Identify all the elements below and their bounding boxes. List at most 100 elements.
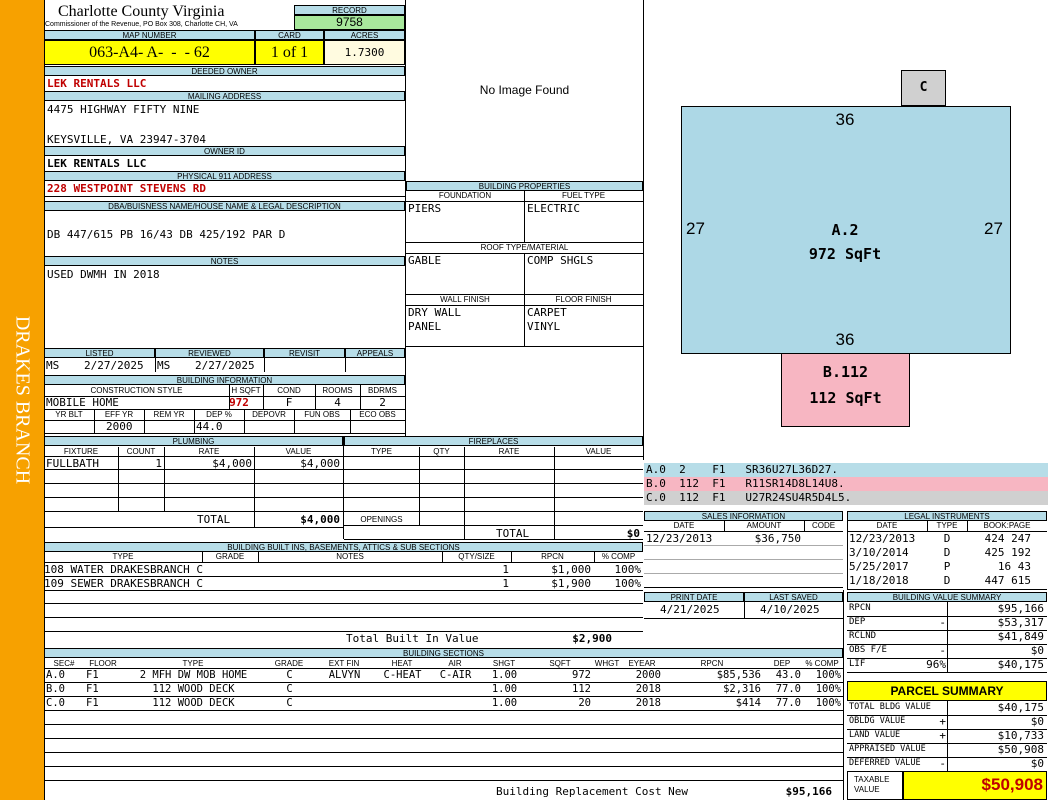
- funobs-label: FUN OBS: [304, 410, 340, 419]
- county-name: Charlotte County Virginia: [58, 3, 225, 20]
- building-info-header: BUILDING INFORMATION: [44, 375, 405, 385]
- legal-book: 425 192: [984, 546, 1031, 559]
- section-col-header: SHGT: [492, 659, 516, 668]
- section-col-header: HEAT: [391, 659, 413, 668]
- section-col-header: FLOOR: [89, 659, 117, 668]
- taxable-label-box: TAXABLE VALUE: [847, 771, 903, 800]
- dep-label: DEP %: [206, 410, 232, 419]
- summary-value: $40,175: [997, 658, 1044, 671]
- appeals-header: APPEALS: [345, 348, 405, 358]
- remyr-label: REM YR: [153, 410, 185, 419]
- section-cell: $85,536: [716, 669, 761, 681]
- section-cell: 1.00: [491, 697, 518, 709]
- notes-header: NOTES: [44, 256, 405, 266]
- summary-value: $10,733: [997, 729, 1044, 742]
- section-col-header: % COMP: [805, 659, 839, 668]
- revisit-header: REVISIT: [264, 348, 345, 358]
- wall-finish-2: PANEL: [408, 320, 442, 333]
- listed-date: 2/27/2025: [84, 359, 144, 372]
- mailing-address-header: MAILING ADDRESS: [44, 91, 405, 101]
- legal-date: 1/18/2018: [849, 574, 909, 587]
- sketch-bottom-dim: 36: [835, 330, 855, 349]
- map-number-value: 063-A4- A- - - 62: [44, 40, 255, 65]
- section-cell: F1: [86, 683, 99, 695]
- builtin-type: 109 SEWER DRAKESBRANCH C: [44, 577, 203, 590]
- record-number: 9758: [294, 15, 405, 30]
- fp-openings-label: OPENINGS: [360, 515, 403, 524]
- value-summary-header: BUILDING VALUE SUMMARY: [847, 592, 1047, 602]
- section-cell: 112: [572, 683, 591, 695]
- section-cell: 77.0: [775, 697, 801, 709]
- fuel-label: FUEL TYPE: [561, 191, 606, 200]
- sketch-code-row: B.0 112 F1 R11SR14D8L14U8.: [644, 477, 1048, 491]
- summary-value: $50,908: [997, 743, 1044, 756]
- mailing-line-2: KEYSVILLE, VA 23947-3704: [47, 133, 206, 146]
- listed-header: LISTED: [44, 348, 155, 358]
- taxable-label: TAXABLE VALUE: [854, 775, 890, 794]
- sketch-addon-label: C: [919, 80, 928, 95]
- replacement-label: Building Replacement Cost New: [496, 785, 689, 798]
- builtin-comp: 100%: [614, 577, 642, 590]
- parcel-summary-title: PARCEL SUMMARY: [890, 684, 1004, 698]
- taxable-value: $50,908: [981, 775, 1043, 794]
- map-number-header: MAP NUMBER: [44, 30, 255, 40]
- bi-comp-label: % COMP: [601, 552, 636, 561]
- sales-date-label: DATE: [673, 521, 695, 530]
- summary-sign: -: [939, 644, 946, 657]
- summary-value: $0: [1030, 757, 1044, 770]
- notes-value: USED DWMH IN 2018: [47, 268, 160, 281]
- summary-label: OBLDG VALUE: [849, 716, 906, 726]
- bi-rpcn-label: RPCN: [541, 552, 564, 561]
- summary-sign: 96%: [926, 658, 946, 671]
- summary-value: $40,175: [997, 701, 1044, 714]
- sketch-deck-area: 112 SqFt: [809, 389, 882, 407]
- summary-label: TOTAL BLDG VALUE: [849, 702, 931, 712]
- yrblt-label: YR BLT: [55, 410, 83, 419]
- legal-date: 3/10/2014: [849, 546, 909, 559]
- builtin-qty: 1: [502, 563, 509, 576]
- section-cell: C: [286, 697, 293, 709]
- reviewed-date: 2/27/2025: [195, 359, 255, 372]
- builtins-total-value: $2,900: [572, 632, 612, 645]
- print-date-header: PRINT DATE: [644, 592, 744, 602]
- builtins-header: BUILDING BUILT INS, BASEMENTS, ATTICS & …: [44, 542, 643, 552]
- summary-label: RCLND: [849, 631, 877, 641]
- bi-type-label: TYPE: [112, 552, 134, 561]
- summary-value: $95,166: [997, 602, 1044, 615]
- section-cell: C: [286, 683, 293, 695]
- owner-id-value: LEK RENTALS LLC: [47, 157, 147, 170]
- owner-id-header: OWNER ID: [44, 146, 405, 156]
- section-cell: 100%: [815, 683, 841, 695]
- section-cell: 1.00: [491, 669, 518, 681]
- builtin-type: 108 WATER DRAKESBRANCH C: [44, 563, 203, 576]
- effyr-value: 2000: [106, 420, 133, 433]
- floor-finish-label: FLOOR FINISH: [555, 295, 612, 304]
- section-cell: $414: [735, 697, 761, 709]
- builtin-qty: 1: [502, 577, 509, 590]
- roof-label: ROOF TYPE/MATERIAL: [480, 243, 569, 252]
- mailing-line-1: 4475 HIGHWAY FIFTY NINE: [47, 103, 200, 116]
- section-col-header: DEP: [773, 659, 791, 668]
- legal-type: D: [943, 532, 951, 545]
- bdrms-value: 2: [379, 396, 386, 409]
- section-cell: 77.0: [775, 683, 801, 695]
- legal-date-label: DATE: [876, 521, 898, 530]
- section-cell: 112 WOOD DECK: [152, 697, 235, 709]
- builtin-rpcn: $1,000: [551, 563, 591, 576]
- section-col-header: TYPE: [182, 659, 204, 668]
- cond-label: COND: [277, 386, 301, 395]
- district-sidebar: DRAKES BRANCH: [0, 0, 44, 800]
- section-cell: 2000: [635, 669, 661, 681]
- legal-type: P: [943, 560, 951, 573]
- summary-value: $53,317: [997, 616, 1044, 629]
- fireplaces-header: FIREPLACES: [344, 436, 643, 446]
- section-cell: 1.00: [491, 683, 518, 695]
- summary-value: $0: [1030, 715, 1044, 728]
- print-date-value: 4/21/2025: [660, 603, 720, 616]
- legal-header: LEGAL INSTRUMENTS: [847, 511, 1047, 521]
- legal-book-label: BOOK:PAGE: [983, 521, 1031, 530]
- summary-sign: -: [939, 616, 946, 629]
- sketch-code-row: C.0 112 F1 U27R24SU4R5D4L5.: [644, 491, 1048, 505]
- county-address: Commissioner of the Revenue, PO Box 308,…: [45, 21, 238, 28]
- summary-value: $0: [1030, 644, 1044, 657]
